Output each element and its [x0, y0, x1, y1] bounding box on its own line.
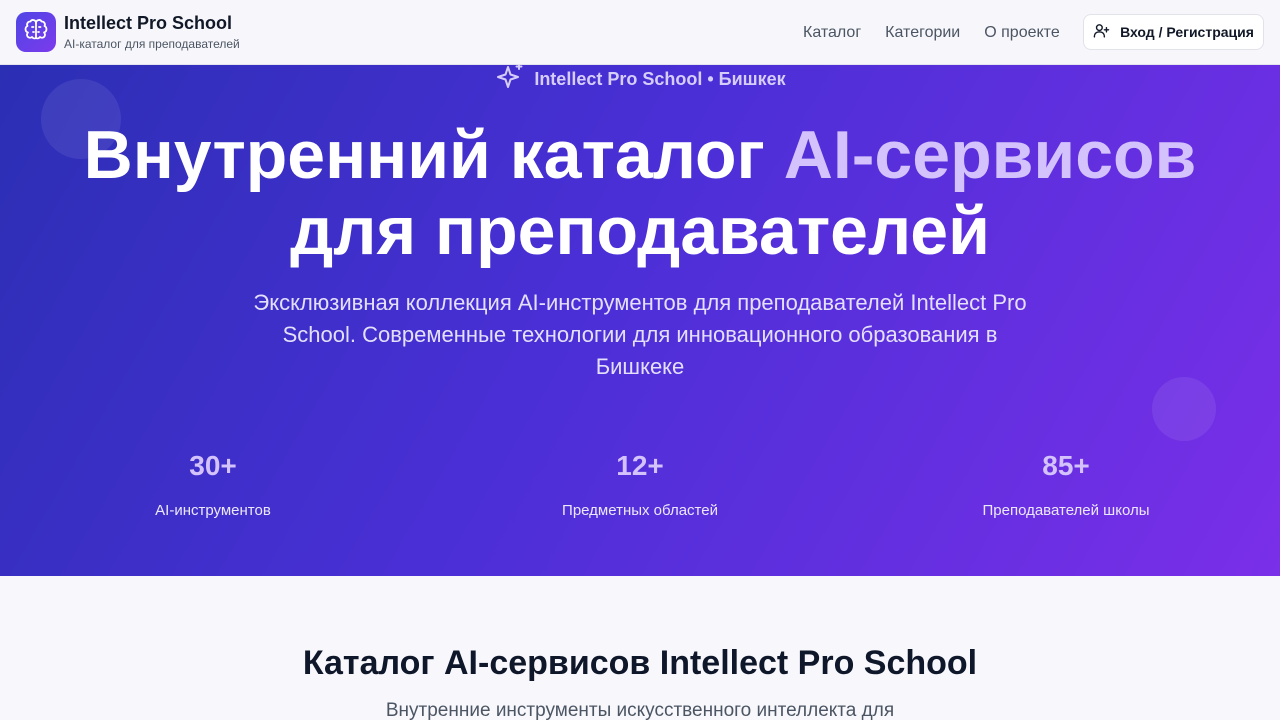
- nav-link-catalog[interactable]: Каталог: [803, 24, 861, 42]
- stat-value: 12+: [616, 450, 664, 481]
- stat-teachers: 85+ Преподавателей школы: [956, 449, 1176, 521]
- hero-title: Внутренний каталог AI-сервисов для препо…: [0, 117, 1280, 269]
- brand-subtitle: AI-каталог для преподавателей: [64, 37, 240, 51]
- stat-label: AI-инструментов: [155, 502, 271, 519]
- nav-link-categories[interactable]: Категории: [885, 24, 960, 42]
- top-navbar: Intellect Pro School AI-каталог для преп…: [0, 0, 1280, 65]
- brain-icon: [24, 18, 48, 47]
- stat-subjects: 12+ Предметных областей: [530, 449, 750, 521]
- hero-badge-text: Intellect Pro School • Бишкек: [534, 68, 786, 89]
- stat-tools: 30+ AI-инструментов: [113, 449, 313, 521]
- sparkles-icon: [494, 65, 526, 98]
- decorative-circle: [1152, 377, 1216, 441]
- hero-title-part1: Внутренний каталог: [83, 117, 765, 193]
- hero-badge: Intellect Pro School • Бишкек: [0, 65, 1280, 93]
- catalog-subtitle: Внутренние инструменты искусственного ин…: [385, 700, 895, 720]
- nav-link-about[interactable]: О проекте: [984, 24, 1059, 42]
- hero-description: Эксклюзивная коллекция AI-инструментов д…: [253, 290, 1027, 379]
- brand[interactable]: Intellect Pro School AI-каталог для преп…: [64, 12, 240, 52]
- hero-title-line2: для преподавателей: [290, 193, 990, 269]
- login-register-button[interactable]: Вход / Регистрация: [1083, 14, 1264, 50]
- logo[interactable]: [16, 12, 56, 52]
- login-register-label: Вход / Регистрация: [1120, 24, 1254, 40]
- main-nav: Каталог Категории О проекте: [803, 0, 1060, 65]
- stat-value: 85+: [1042, 450, 1090, 481]
- stat-label: Преподавателей школы: [982, 502, 1150, 519]
- stat-label: Предметных областей: [562, 502, 718, 519]
- user-plus-icon: [1093, 22, 1110, 42]
- catalog-title: Каталог AI-сервисов Intellect Pro School: [302, 644, 978, 682]
- stat-value: 30+: [189, 450, 237, 481]
- hero-section: Intellect Pro School • Бишкек Внутренний…: [0, 65, 1280, 576]
- brand-title: Intellect Pro School: [64, 13, 233, 33]
- hero-title-accent: AI-сервисов: [783, 117, 1197, 193]
